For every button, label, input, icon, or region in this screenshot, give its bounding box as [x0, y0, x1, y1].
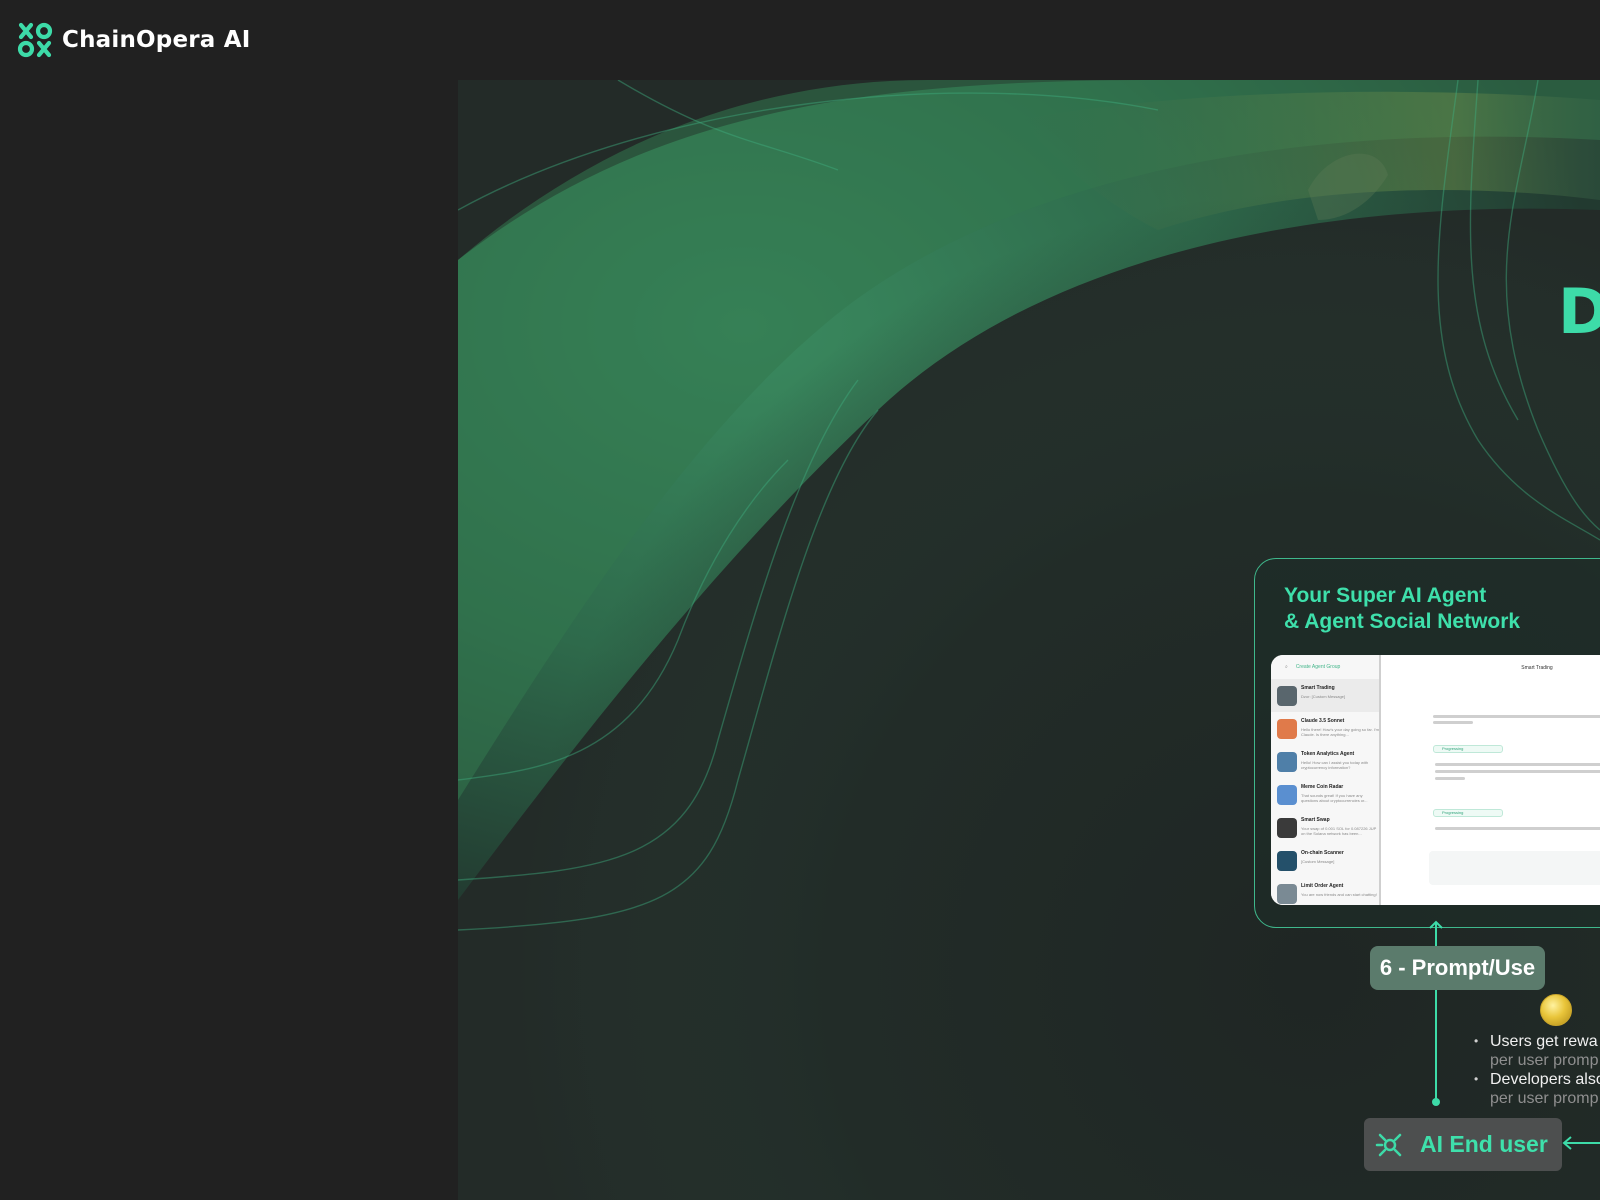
create-agent-group-link: Create Agent Group: [1295, 664, 1341, 670]
page: ChainOpera AI D Your Super AI Agent & Ag…: [0, 0, 1600, 1200]
agent-node-icon: [1375, 1133, 1402, 1156]
super-agent-card: Your Super AI Agent & Agent Social Netwo…: [1254, 558, 1600, 928]
hero-diagram: De Your Super AI Agent & Agent Social Ne…: [458, 80, 1600, 1200]
chat-item: Meme Coin Radar That sounds great! If yo…: [1271, 778, 1379, 811]
chat-preview: That sounds great! If you have any quest…: [1301, 793, 1368, 803]
chat-item: On-chain Scanner [Custom Message]: [1271, 844, 1379, 877]
top-header: ChainOpera AI: [0, 0, 1600, 80]
progress-badge: Progressing: [1433, 809, 1503, 817]
message-line: [1435, 770, 1600, 773]
avatar: [1277, 851, 1297, 871]
reward-title: Developers also: [1490, 1071, 1600, 1088]
message-line: [1435, 827, 1600, 830]
reward-detail: per user promp: [1490, 1090, 1599, 1107]
chat-item: Smart Trading Dzor: [Custom Message]: [1271, 679, 1379, 712]
avatar: [1277, 686, 1297, 706]
chat-item: Token Analytics Agent Hello! How can I a…: [1271, 745, 1379, 778]
chat-preview: Hello there! How's your day going so far…: [1301, 727, 1380, 737]
chat-item: Claude 3.5 Sonnet Hello there! How's you…: [1271, 712, 1379, 745]
chat-name: Limit Order Agent: [1301, 883, 1344, 889]
app-screenshot: ⌕ Create Agent Group Smart Trading Dzor:…: [1271, 655, 1600, 905]
search-icon: ⌕: [1285, 664, 1288, 670]
agent-card-title: Your Super AI Agent & Agent Social Netwo…: [1284, 584, 1521, 633]
chat-pane: Smart Trading Progressing Progressing: [1383, 655, 1600, 905]
avatar: [1277, 884, 1297, 904]
chat-preview: You are now friends and can start chatti…: [1301, 892, 1377, 897]
avatar: [1277, 785, 1297, 805]
avatar: [1277, 818, 1297, 838]
chat-name: Token Analytics Agent: [1301, 751, 1355, 757]
chat-preview: [Custom Message]: [1301, 859, 1335, 864]
avatar: [1277, 752, 1297, 772]
chat-preview: Your swap of 0.001 SOL for 0.087226 JUP …: [1301, 826, 1377, 836]
message-line: [1433, 721, 1473, 724]
arrow-left-icon: [1562, 1136, 1600, 1150]
message-line: [1435, 763, 1600, 766]
chat-title: Smart Trading: [1521, 665, 1553, 671]
connector-line: [1432, 990, 1440, 1106]
reward-item: Users get rewa per user promp: [1470, 1032, 1600, 1070]
reward-item: Developers also per user promp: [1470, 1070, 1600, 1108]
chainopera-logo-icon: [17, 22, 53, 58]
chat-item: Limit Order Agent You are now friends an…: [1271, 877, 1379, 905]
chat-preview: Hello! How can I assist you today with c…: [1301, 760, 1369, 770]
message-line: [1435, 777, 1465, 780]
token-coin-icon: [1540, 994, 1572, 1026]
message-line: [1433, 715, 1600, 718]
prompt-use-step-badge: 6 - Prompt/Use: [1370, 946, 1545, 990]
message-input: [1429, 851, 1600, 885]
ai-end-user-node: AI End user: [1364, 1118, 1562, 1171]
avatar: [1277, 719, 1297, 739]
end-user-label: AI End user: [1420, 1131, 1548, 1157]
chat-name: Smart Swap: [1301, 817, 1330, 823]
chat-name: On-chain Scanner: [1301, 850, 1344, 856]
progress-badge: Progressing: [1433, 745, 1503, 753]
chat-item: Smart Swap Your swap of 0.001 SOL for 0.…: [1271, 811, 1379, 844]
chat-list: ⌕ Create Agent Group Smart Trading Dzor:…: [1271, 655, 1381, 905]
reward-title: Users get rewa: [1490, 1033, 1598, 1050]
chat-preview: Dzor: [Custom Message]: [1301, 694, 1346, 699]
rewards-list: Users get rewa per user promp Developers…: [1470, 1032, 1600, 1108]
chat-list-header: ⌕ Create Agent Group: [1271, 655, 1379, 679]
brand-name: ChainOpera AI: [62, 27, 251, 53]
chat-name: Meme Coin Radar: [1301, 784, 1344, 790]
reward-detail: per user promp: [1490, 1052, 1599, 1069]
chat-name: Smart Trading: [1301, 685, 1335, 691]
chat-name: Claude 3.5 Sonnet: [1301, 718, 1345, 724]
hero-title: De: [1558, 275, 1600, 348]
brand-logo-link[interactable]: ChainOpera AI: [17, 22, 250, 58]
